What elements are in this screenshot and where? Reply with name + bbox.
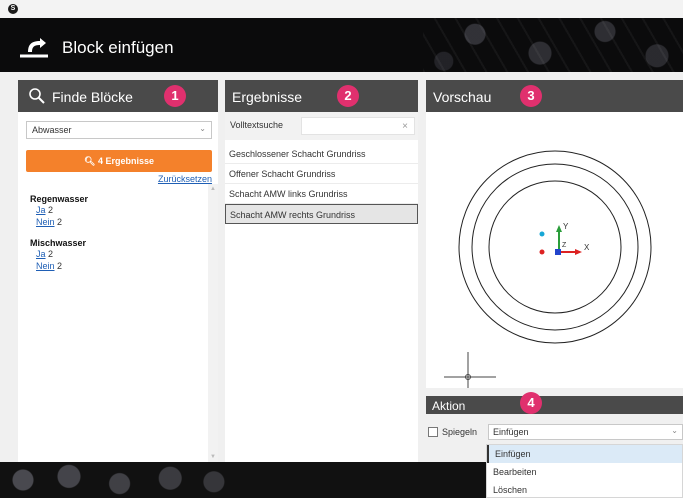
action-select[interactable]: Einfügen ⌄ (488, 424, 683, 440)
facet-title: Regenwasser (30, 194, 89, 204)
find-blocks-title: Finde Blöcke (52, 89, 133, 105)
facet-group-mischwasser: Mischwasser Ja 2 Nein 2 (30, 238, 86, 272)
action-dropdown-menu: Einfügen Bearbeiten Löschen (486, 444, 683, 498)
result-row[interactable]: Geschlossener Schacht Grundriss (225, 144, 418, 164)
fulltext-search-bar: Volltextsuche × (225, 112, 418, 140)
clear-icon[interactable]: × (402, 121, 408, 132)
outer-ring-circle (458, 150, 652, 344)
axis-gizmo-icon: Y X Z (539, 222, 590, 255)
header-hex-pattern (423, 18, 683, 72)
block-preview-canvas[interactable]: Y X Z (426, 112, 683, 388)
window-titlebar: S (0, 0, 683, 18)
facet-link-ja[interactable]: Ja (36, 205, 46, 215)
results-count-button[interactable]: 🔍︎ 4 Ergebnisse (26, 150, 212, 172)
action-select-value: Einfügen (493, 427, 529, 437)
result-row-selected[interactable]: Schacht AMW rechts Grundriss (225, 204, 418, 224)
results-panel: Volltextsuche × Geschlossener Schacht Gr… (225, 112, 418, 462)
facet-link-ja[interactable]: Ja (36, 249, 46, 259)
app-icon: S (8, 4, 18, 14)
step-badge-2: 2 (337, 85, 359, 107)
inner-ring-circle (488, 180, 622, 314)
preview-header: Vorschau 3 (426, 80, 683, 112)
reset-link[interactable]: Zurücksetzen (158, 174, 212, 184)
axis-x-label: X (584, 243, 590, 252)
search-icon (29, 88, 45, 104)
result-row[interactable]: Schacht AMW links Grundriss (225, 184, 418, 204)
facet-group-regenwasser: Regenwasser Ja 2 Nein 2 (30, 194, 88, 228)
facet-count: 2 (57, 261, 63, 271)
facet-count: 2 (57, 217, 63, 227)
facet-count: 2 (48, 205, 54, 215)
fulltext-search-input[interactable]: × (301, 117, 415, 135)
footer-hex-pattern (0, 462, 230, 498)
search-icon: 🔍︎ (84, 156, 96, 166)
facet-scrollbar[interactable]: ▲ ▼ (208, 184, 218, 462)
mirror-checkbox[interactable] (428, 427, 438, 437)
preview-title: Vorschau (433, 89, 492, 105)
menu-item-einfuegen[interactable]: Einfügen (487, 445, 682, 463)
step-badge-3: 3 (520, 85, 542, 107)
category-dropdown-value: Abwasser (32, 125, 72, 135)
chevron-down-icon: ⌄ (671, 426, 678, 435)
find-blocks-panel: Abwasser ⌄ 🔍︎ 4 Ergebnisse Zurücksetzen … (18, 112, 218, 462)
action-header: Aktion 4 (426, 392, 683, 414)
mirror-checkbox-label: Spiegeln (442, 427, 478, 437)
facet-link-nein[interactable]: Nein (36, 261, 55, 271)
menu-item-loeschen[interactable]: Löschen (487, 481, 682, 498)
facet-item: Ja 2 (30, 248, 86, 260)
axis-y-label: Y (563, 222, 569, 231)
facet-title: Mischwasser (30, 238, 87, 248)
menu-item-bearbeiten[interactable]: Bearbeiten (487, 463, 682, 481)
result-row[interactable]: Offener Schacht Grundriss (225, 164, 418, 184)
step-badge-4: 4 (520, 392, 542, 414)
facet-link-nein[interactable]: Nein (36, 217, 55, 227)
facet-item: Ja 2 (30, 204, 88, 216)
dialog-title: Block einfügen (62, 38, 174, 57)
fulltext-search-label: Volltextsuche (230, 120, 284, 130)
chevron-down-icon: ⌄ (199, 124, 206, 133)
facet-count: 2 (48, 249, 54, 259)
find-blocks-header: Finde Blöcke 1 (18, 80, 218, 112)
middle-ring-circle (471, 163, 639, 331)
scroll-up-icon[interactable]: ▲ (210, 186, 216, 192)
step-badge-1: 1 (164, 85, 186, 107)
facet-item: Nein 2 (30, 260, 86, 272)
results-header: Ergebnisse 2 (225, 80, 418, 112)
category-dropdown[interactable]: Abwasser ⌄ (26, 121, 212, 139)
ucs-crosshair-icon (444, 352, 496, 388)
axis-z-label: Z (562, 242, 567, 249)
insert-block-icon (20, 38, 48, 58)
scroll-down-icon[interactable]: ▼ (210, 454, 216, 460)
action-title: Aktion (432, 399, 466, 413)
dialog-header: Block einfügen (0, 18, 683, 72)
results-title: Ergebnisse (232, 89, 303, 105)
preview-panel: Y X Z (426, 112, 683, 388)
results-count-label: 4 Ergebnisse (97, 156, 154, 166)
facet-item: Nein 2 (30, 216, 88, 228)
